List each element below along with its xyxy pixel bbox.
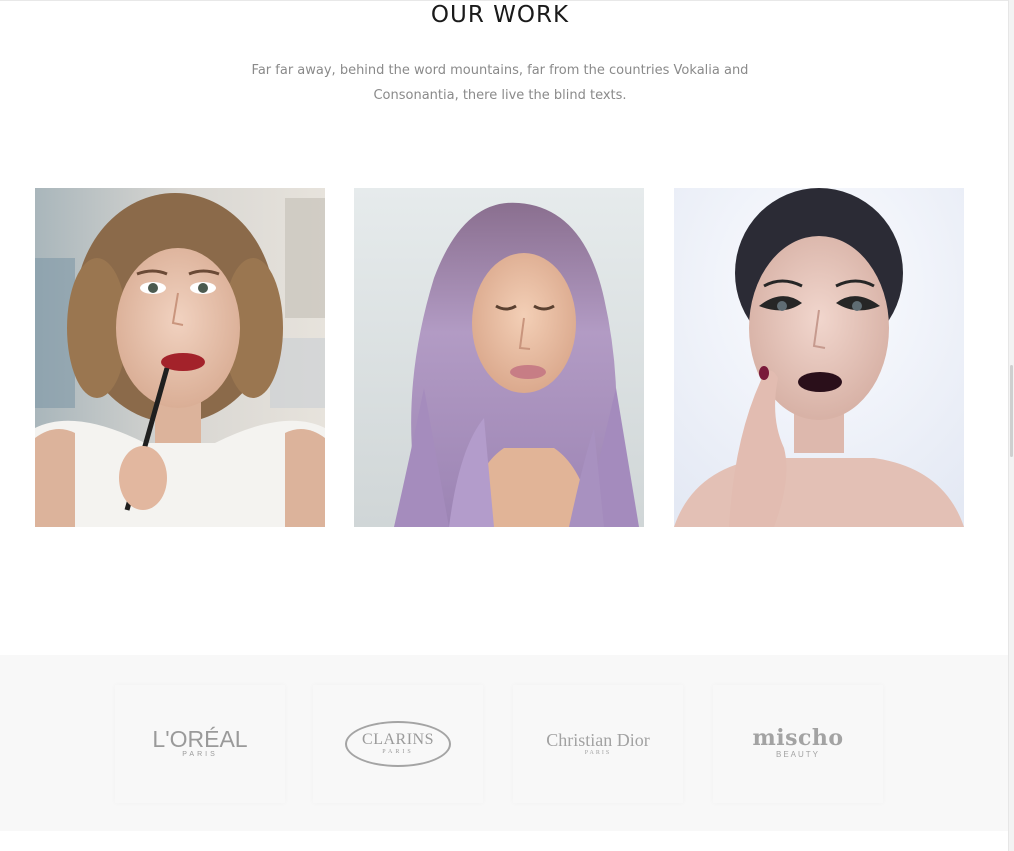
brand-sub-dior: PARIS [584, 749, 612, 756]
top-divider [0, 0, 1008, 1]
section-title: OUR WORK [430, 2, 570, 28]
brand-card-dior[interactable]: Christian Dior PARIS [513, 685, 683, 803]
brand-name-loreal: L'ORÉAL [152, 726, 248, 752]
clarins-logo-oval: CLARINS PARIS [345, 721, 451, 767]
brand-logos-section: L'ORÉAL PARIS CLARINS PARIS Christian Di… [0, 655, 1008, 831]
brand-card-mischo[interactable]: mischo BEAUTY [713, 685, 883, 803]
section-subtitle: Far far away, behind the word mountains,… [225, 58, 775, 108]
work-photo-1[interactable] [35, 188, 325, 527]
brand-sub-clarins: PARIS [382, 749, 414, 755]
brand-sub-mischo: BEAUTY [775, 750, 820, 759]
brand-name-mischo: mischo [752, 725, 844, 751]
scrollbar-thumb[interactable] [1010, 365, 1013, 457]
section-subtitle-line-1: Far far away, behind the word mountains,… [251, 63, 749, 78]
work-photo-3[interactable] [674, 188, 964, 527]
brand-card-clarins[interactable]: CLARINS PARIS [313, 685, 483, 803]
photo-woman-lipstick [35, 188, 325, 527]
brand-name-clarins: CLARINS [362, 731, 434, 748]
photo-woman-dramatic-makeup [674, 188, 964, 527]
section-subtitle-line-2: Consonantia, there live the blind texts. [373, 88, 627, 103]
brand-card-loreal[interactable]: L'ORÉAL PARIS [115, 685, 285, 803]
work-photo-2[interactable] [354, 188, 644, 527]
brand-name-dior: Christian Dior [546, 729, 650, 750]
photo-woman-lavender-hair [354, 188, 644, 527]
brand-sub-loreal: PARIS [182, 751, 218, 758]
